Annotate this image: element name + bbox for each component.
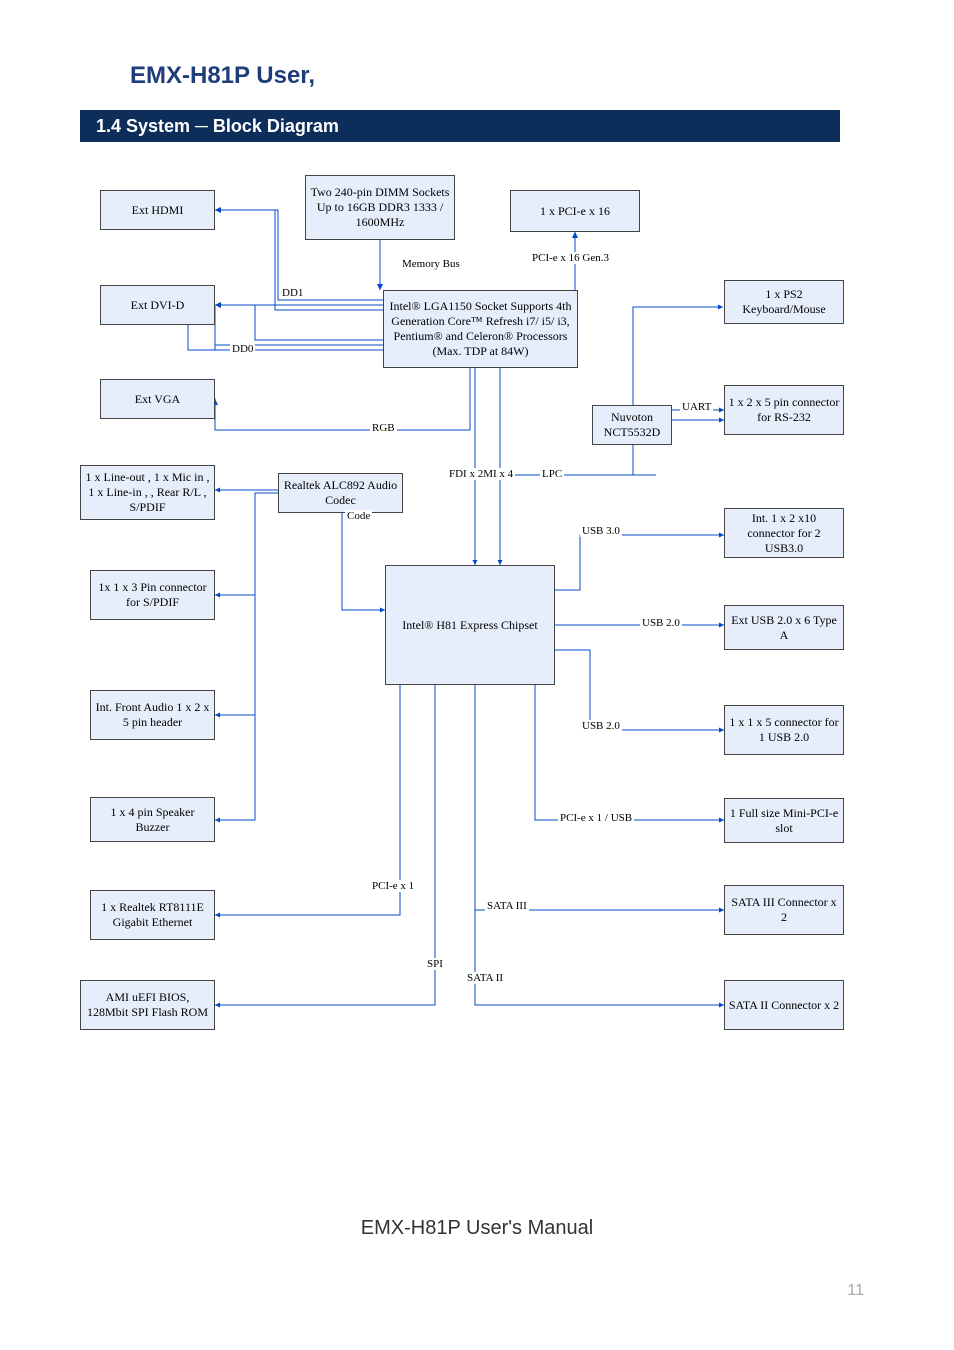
- edge-pciex1: PCI-e x 1: [370, 880, 416, 892]
- block-ext-vga: Ext VGA: [100, 379, 215, 419]
- block-sata3: SATA III Connector x 2: [724, 885, 844, 935]
- page-number: 11: [847, 1282, 864, 1300]
- block-cpu: Intel® LGA1150 Socket Supports 4th Gener…: [383, 290, 578, 368]
- edge-usb20a: USB 2.0: [640, 617, 682, 629]
- edge-lpc: LPC: [540, 468, 564, 480]
- edge-dd0: DD0: [230, 343, 255, 355]
- block-ext-dvid: Ext DVI-D: [100, 285, 215, 325]
- block-usb30: Int. 1 x 2 x10 connector for 2 USB3.0: [724, 508, 844, 558]
- edge-sata2: SATA II: [465, 972, 505, 984]
- block-alc: Realtek ALC892 Audio Codec: [278, 473, 403, 513]
- edge-pciex1usb: PCI-e x 1 / USB: [558, 812, 634, 824]
- section-label: 1.4 System ─ Block Diagram: [96, 116, 339, 136]
- edge-pciex16g3: PCI-e x 16 Gen.3: [530, 252, 611, 264]
- block-buzzer: 1 x 4 pin Speaker Buzzer: [90, 797, 215, 842]
- model-label: EMX-H81P User: [130, 62, 308, 89]
- block-rs232: 1 x 2 x 5 pin connector for RS-232: [724, 385, 844, 435]
- model-suffix: ,: [308, 62, 315, 89]
- block-pch: Intel® H81 Express Chipset: [385, 565, 555, 685]
- block-bios: AMI uEFI BIOS, 128Mbit SPI Flash ROM: [80, 980, 215, 1030]
- footer-label: EMX-H81P User's Manual: [361, 1217, 593, 1239]
- block-spdif: 1x 1 x 3 Pin connector for S/PDIF: [90, 570, 215, 620]
- edge-fdi: FDI x 2MI x 4: [447, 468, 515, 480]
- page-footer: EMX-H81P User's Manual: [0, 1217, 954, 1240]
- edge-spi: SPI: [425, 958, 445, 970]
- edge-sata3: SATA III: [485, 900, 529, 912]
- section-header: 1.4 System ─ Block Diagram: [80, 110, 840, 142]
- block-ext-hdmi: Ext HDMI: [100, 190, 215, 230]
- block-audio-ext: 1 x Line-out , 1 x Mic in , 1 x Line-in …: [80, 465, 215, 520]
- block-lan: 1 x Realtek RT8111E Gigabit Ethernet: [90, 890, 215, 940]
- block-ps2: 1 x PS2 Keyboard/Mouse: [724, 280, 844, 324]
- block-diagram: Ext HDMI Ext DVI-D Ext VGA Two 240-pin D…: [80, 150, 880, 1110]
- block-nuvoton: Nuvoton NCT5532D: [592, 405, 672, 445]
- edge-usb30: USB 3.0: [580, 525, 622, 537]
- page-model-header: EMX-H81P User,: [130, 62, 315, 90]
- block-usb20x6: Ext USB 2.0 x 6 Type A: [724, 605, 844, 650]
- edge-usb20b: USB 2.0: [580, 720, 622, 732]
- block-usb20x1: 1 x 1 x 5 connector for 1 USB 2.0: [724, 705, 844, 755]
- block-dimm: Two 240-pin DIMM Sockets Up to 16GB DDR3…: [305, 175, 455, 240]
- edge-uart: UART: [680, 401, 713, 413]
- block-front-aud: Int. Front Audio 1 x 2 x 5 pin header: [90, 690, 215, 740]
- block-minipcie: 1 Full size Mini-PCI-e slot: [724, 798, 844, 843]
- edge-code: Code: [345, 510, 372, 522]
- edge-membus: Memory Bus: [400, 258, 462, 270]
- block-sata2: SATA II Connector x 2: [724, 980, 844, 1030]
- block-pcie16: 1 x PCI-e x 16: [510, 190, 640, 232]
- edge-rgb: RGB: [370, 422, 397, 434]
- edge-dd1: DD1: [280, 287, 305, 299]
